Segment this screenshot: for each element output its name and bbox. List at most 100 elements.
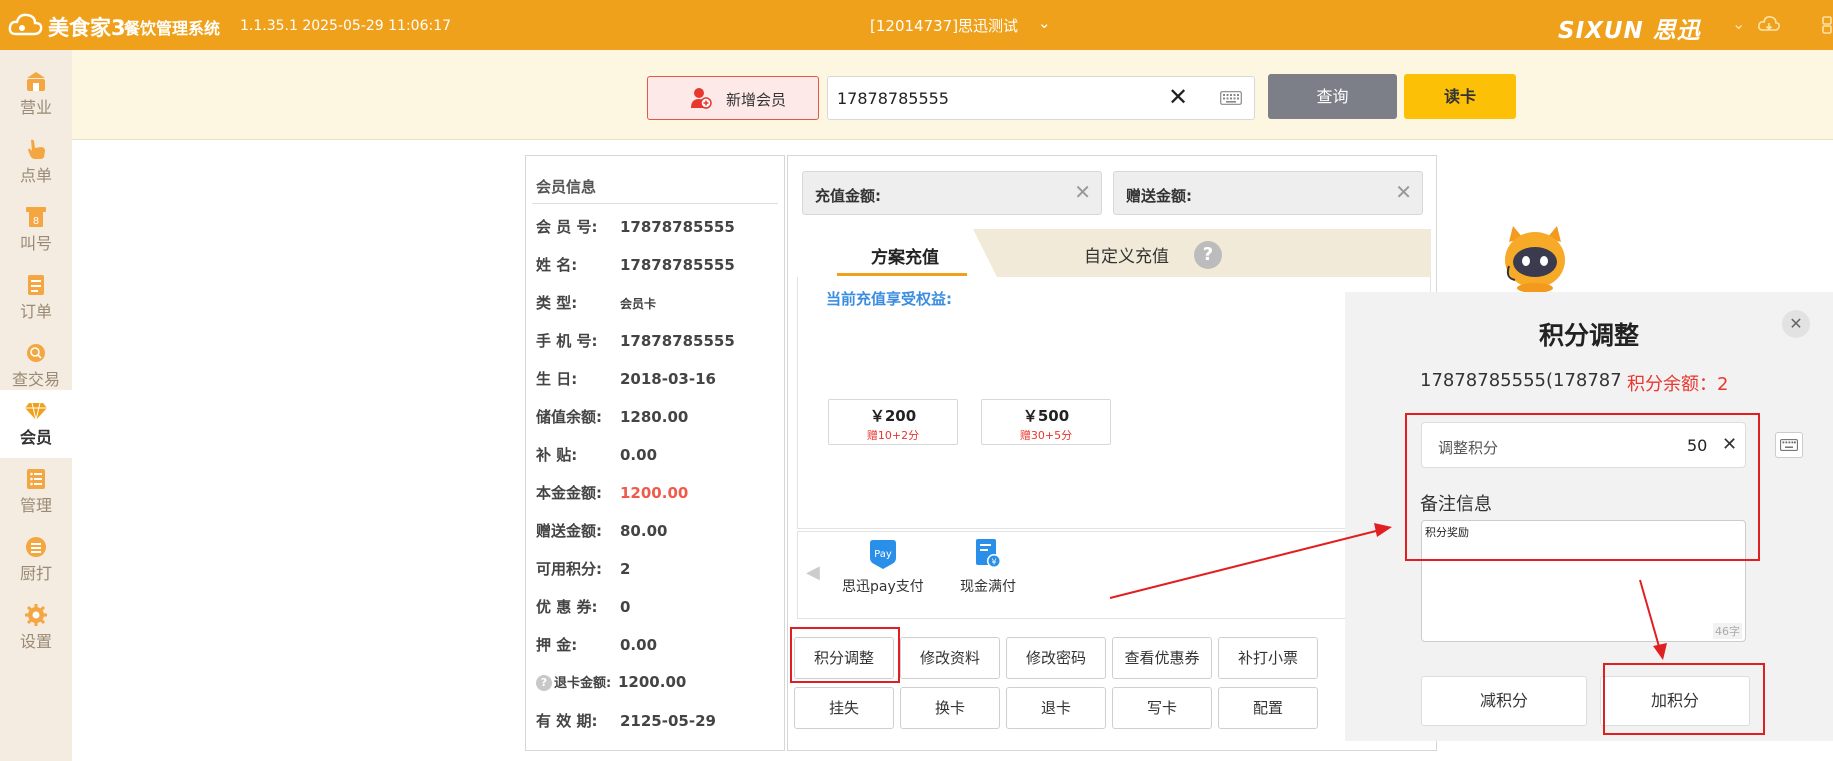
note-textarea[interactable]: 积分奖励 46字 <box>1421 520 1746 642</box>
mascot-icon[interactable] <box>1495 222 1575 294</box>
clear-icon[interactable]: ✕ <box>1722 434 1737 455</box>
chevron-down-icon[interactable]: ⌄ <box>1038 14 1051 32</box>
order-list-icon <box>28 275 44 295</box>
sidebar-item-management[interactable]: 管理 <box>0 458 72 526</box>
apps-grid-icon[interactable] <box>1822 16 1833 34</box>
clear-icon[interactable]: ✕ <box>1395 180 1412 204</box>
benefit-title: 当前充值享受权益: <box>826 290 952 308</box>
recharge-panel: 充值金额: ✕ 赠送金额: ✕ 方案充值 自定义充值 ? 当前充值享受权益: ￥… <box>787 155 1437 751</box>
chevron-down-icon[interactable]: ⌄ <box>1732 14 1745 33</box>
config-button[interactable]: 配置 <box>1218 687 1318 729</box>
sidebar-item-orders[interactable]: 订单 <box>0 264 72 332</box>
clear-icon[interactable]: ✕ <box>1074 180 1091 204</box>
info-row-subsidy: 补 贴: 0.00 <box>536 446 658 464</box>
top-bar: 美食家3 餐饮管理系统 1.1.35.1 2025-05-29 11:06:17… <box>0 0 1833 50</box>
tab-custom-recharge[interactable]: 自定义充值 <box>1084 242 1169 267</box>
info-row-expiry: 有 效 期: 2125-05-29 <box>536 712 716 730</box>
change-card-button[interactable]: 换卡 <box>900 687 1000 729</box>
sidebar-item-business[interactable]: 营业 <box>0 60 72 128</box>
system-name: 餐饮管理系统 <box>124 19 221 38</box>
version-text: 1.1.35.1 2025-05-29 11:06:17 <box>240 18 452 34</box>
sidebar-item-settings[interactable]: 设置 <box>0 594 72 662</box>
plan-card[interactable]: ￥500 赠30+5分 <box>981 399 1111 445</box>
char-counter: 46字 <box>1713 623 1742 639</box>
report-loss-button[interactable]: 挂失 <box>794 687 894 729</box>
sidebar-item-call-number[interactable]: 8 叫号 <box>0 196 72 264</box>
adjust-points-field[interactable]: 调整积分 50 ✕ <box>1421 422 1746 468</box>
help-icon[interactable]: ? <box>1194 241 1222 269</box>
sidebar-item-kitchen-print[interactable]: 厨打 <box>0 526 72 594</box>
divider <box>532 203 778 204</box>
info-row-stored-balance: 储值余额: 1280.00 <box>536 408 689 426</box>
note-label: 备注信息 <box>1420 494 1492 515</box>
note-text: 积分奖励 <box>1425 526 1469 539</box>
payment-sixun-pay[interactable]: Pay 思迅pay支付 <box>842 538 924 596</box>
member-search-box: ✕ <box>827 76 1255 120</box>
points-balance: 积分余额：2 <box>1627 374 1729 395</box>
read-card-button[interactable]: 读卡 <box>1404 74 1516 119</box>
member-search-input[interactable] <box>837 87 1157 109</box>
new-member-label: 新增会员 <box>726 91 787 109</box>
info-row-phone: 手 机 号: 17878785555 <box>536 332 735 350</box>
info-row-deposit: 押 金: 0.00 <box>536 636 658 654</box>
return-card-button[interactable]: 退卡 <box>1006 687 1106 729</box>
dialog-member-id: 17878785555(17878785555) <box>1420 370 1620 391</box>
recharge-amount-field[interactable]: 充值金额: ✕ <box>802 171 1102 215</box>
queue-number-icon: 8 <box>26 207 46 227</box>
svg-text:¥: ¥ <box>991 558 996 567</box>
keyboard-icon[interactable] <box>1220 91 1242 105</box>
keyboard-button[interactable] <box>1775 432 1803 458</box>
store-selector[interactable]: [12014737]思迅测试 <box>870 15 1018 36</box>
management-icon <box>27 469 45 489</box>
subtract-points-button[interactable]: 减积分 <box>1421 676 1587 726</box>
add-user-icon <box>691 88 712 109</box>
gear-icon <box>25 604 47 626</box>
pay-icon: Pay <box>869 540 896 569</box>
kitchen-print-icon <box>26 537 46 557</box>
new-member-button[interactable]: 新增会员 <box>647 76 819 120</box>
help-icon[interactable]: ? <box>536 675 552 691</box>
adjust-points-label: 调整积分 <box>1438 439 1499 457</box>
member-info-panel: 会员信息 会 员 号: 17878785555 姓 名: 17878785555 类… <box>525 155 785 751</box>
benefit-area: 当前充值享受权益: ￥200 赠10+2分 ￥500 赠30+5分 <box>797 277 1431 529</box>
change-password-button[interactable]: 修改密码 <box>1006 637 1106 679</box>
app-root: 美食家3 餐饮管理系统 1.1.35.1 2025-05-29 11:06:17… <box>0 0 1833 761</box>
payment-area: ◀ Pay 思迅pay支付 ¥ 现金满付 <box>797 531 1431 619</box>
write-card-button[interactable]: 写卡 <box>1112 687 1212 729</box>
edit-profile-button[interactable]: 修改资料 <box>900 637 1000 679</box>
info-row-member-no: 会 员 号: 17878785555 <box>536 218 735 236</box>
clear-icon[interactable]: ✕ <box>1168 83 1188 111</box>
cash-document-icon: ¥ <box>976 539 1001 568</box>
cloud-sync-icon[interactable] <box>1758 15 1780 33</box>
svg-text:8: 8 <box>33 216 39 227</box>
query-button[interactable]: 查询 <box>1268 74 1397 119</box>
brand-name: 美食家3 <box>48 16 126 40</box>
cloud-logo-icon <box>8 13 43 36</box>
add-points-button[interactable]: 加积分 <box>1600 676 1750 726</box>
store-icon <box>27 72 45 91</box>
tab-underline <box>837 273 967 276</box>
points-adjust-button[interactable]: 积分调整 <box>794 637 894 679</box>
sidebar-item-order[interactable]: 点单 <box>0 128 72 196</box>
svg-text:Pay: Pay <box>874 549 892 560</box>
info-row-type: 类 型: 会员卡 <box>536 294 657 312</box>
keyboard-icon <box>1780 439 1798 451</box>
info-row-gift-amount: 赠送金额: 80.00 <box>536 522 668 540</box>
tab-plan-recharge[interactable]: 方案充值 <box>797 229 997 277</box>
sidebar-item-member[interactable]: 会员 <box>0 390 72 458</box>
search-transaction-icon <box>27 344 45 362</box>
reprint-receipt-button[interactable]: 补打小票 <box>1218 637 1318 679</box>
search-band: 新增会员 ✕ 查询 读卡 <box>72 50 1833 140</box>
payment-cash[interactable]: ¥ 现金满付 <box>960 538 1016 596</box>
plan-card[interactable]: ￥200 赠10+2分 <box>828 399 958 445</box>
adjust-points-value[interactable]: 50 <box>1687 436 1707 455</box>
gift-amount-field[interactable]: 赠送金额: ✕ <box>1113 171 1423 215</box>
chevron-left-icon[interactable]: ◀ <box>806 562 820 583</box>
dialog-title: 积分调整 <box>1538 321 1639 350</box>
info-row-coupons: 优 惠 券: 0 <box>536 598 631 616</box>
sidebar: 营业 点单 8 叫号 订单 查交易 会员 管理 厨打 设置 <box>0 50 72 761</box>
info-row-points: 可用积分: 2 <box>536 560 631 578</box>
info-row-refund-amount: ? 退卡金额: 1200.00 <box>536 672 686 691</box>
diamond-icon <box>25 402 47 421</box>
view-coupons-button[interactable]: 查看优惠券 <box>1112 637 1212 679</box>
